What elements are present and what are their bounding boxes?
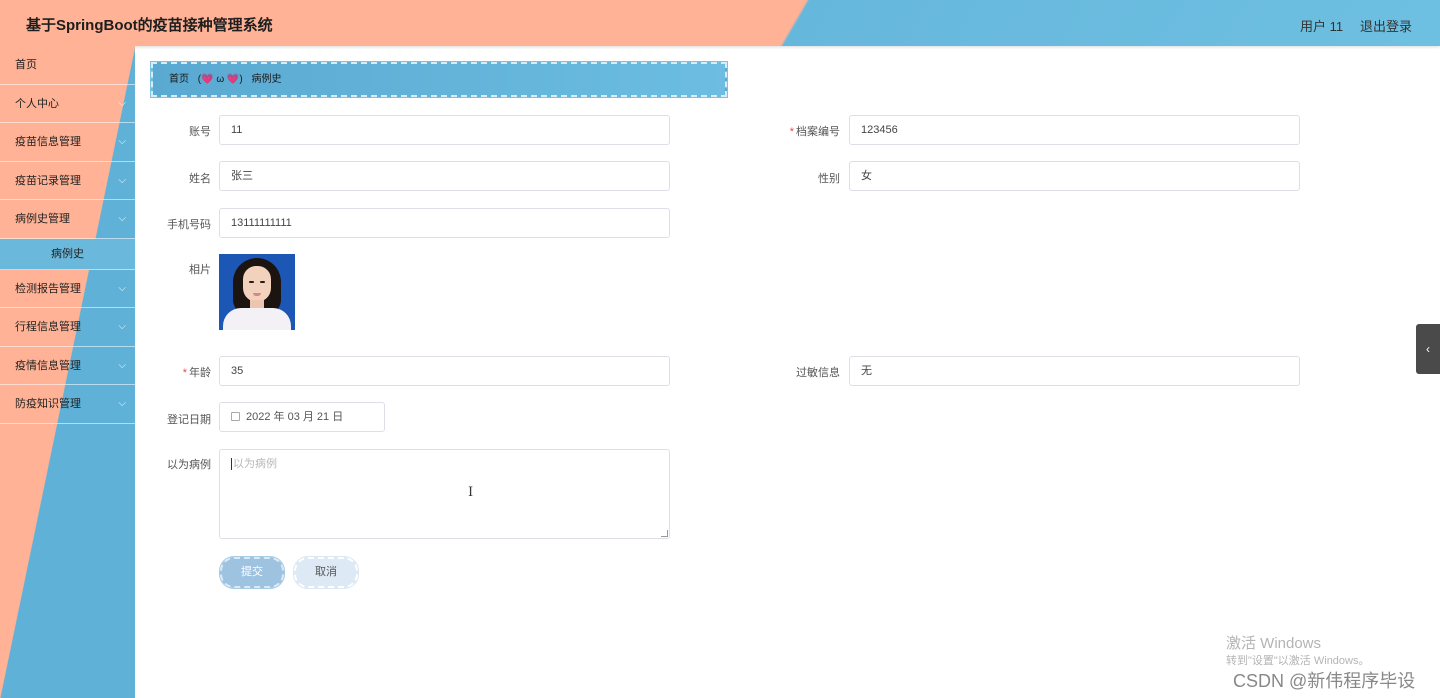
phone-label: 手机号码 — [167, 219, 211, 231]
account-label: 账号 — [189, 126, 211, 138]
sidebar-item-test-reports[interactable]: 检测报告管理 ⌵ — [0, 270, 135, 308]
sidebar-item-label: 检测报告管理 — [15, 282, 81, 295]
file-no-label: * 档案编号 — [760, 123, 840, 139]
gender-field[interactable]: 女 — [849, 161, 1300, 191]
breadcrumb-separator: (💗 ω 💗) — [197, 74, 243, 85]
age-label-text: 年龄 — [189, 367, 211, 379]
sidebar-item-label: 防疫知识管理 — [15, 398, 81, 410]
chevron-down-icon: ⌵ — [118, 398, 126, 409]
resize-handle-icon[interactable] — [661, 530, 668, 537]
reg-date-picker[interactable]: 2022 年 03 月 21 日 — [219, 402, 385, 432]
chevron-down-icon: ⌵ — [118, 174, 126, 186]
cancel-button[interactable]: 取消 — [293, 556, 359, 589]
sidebar-menu: 首页 个人中心 ⌵ 疫苗信息管理 ⌵ 疫苗记录管理 ⌵ 病例史管理 ⌵ 病例史 … — [0, 46, 135, 424]
user-name[interactable]: 用户 11 — [1300, 16, 1343, 35]
sidebar-item-prevention-knowledge[interactable]: 防疫知识管理 ⌵ — [0, 385, 135, 424]
photo-face — [243, 266, 271, 302]
sidebar-item-itinerary[interactable]: 行程信息管理 ⌵ — [0, 308, 135, 347]
breadcrumb: 首页 (💗 ω 💗) 病例史 — [150, 61, 728, 98]
sidebar-item-vaccine-info[interactable]: 疫苗信息管理 ⌵ — [0, 123, 135, 162]
required-mark: * — [789, 126, 794, 138]
past-cases-textarea[interactable]: 以为病例 — [219, 449, 670, 539]
photo-shirt — [223, 308, 291, 330]
sidebar-item-epidemic-info[interactable]: 疫情信息管理 ⌵ — [0, 347, 135, 385]
gender-label: 性别 — [818, 173, 840, 185]
sidebar-item-label: 疫苗记录管理 — [15, 174, 81, 187]
chevron-down-icon: ⌵ — [118, 359, 126, 371]
csdn-watermark: CSDN @新伟程序毕设 — [1233, 671, 1416, 691]
file-no-label-text: 档案编号 — [796, 126, 840, 138]
windows-activation-hint: 转到"设置"以激活 Windows。 — [1226, 655, 1370, 667]
past-cases-placeholder: 以为病例 — [233, 458, 277, 470]
app-header: 基于SpringBoot的疫苗接种管理系统 用户 11 退出登录 — [0, 0, 1440, 46]
allergy-field[interactable]: 无 — [849, 356, 1300, 386]
calendar-icon — [231, 411, 240, 421]
app-title: 基于SpringBoot的疫苗接种管理系统 — [26, 17, 273, 34]
age-label: * 年龄 — [131, 364, 211, 380]
sidebar-item-label: 个人中心 — [15, 97, 59, 110]
photo-label: 相片 — [189, 264, 211, 276]
chevron-down-icon: ⌵ — [118, 321, 126, 332]
profile-photo[interactable] — [219, 254, 295, 330]
reg-date-label: 登记日期 — [167, 414, 211, 426]
sidebar-item-label: 疫苗信息管理 — [15, 136, 81, 148]
chevron-down-icon: ⌵ — [118, 213, 126, 224]
photo-eye — [249, 281, 254, 283]
account-field[interactable]: 11 — [219, 115, 670, 145]
sidebar-item-label: 行程信息管理 — [15, 321, 81, 333]
sidebar-subitem-case-history[interactable]: 病例史 — [0, 238, 135, 270]
past-cases-label: 以为病例 — [167, 459, 211, 471]
age-field[interactable]: 35 — [219, 356, 670, 386]
phone-field[interactable]: 13111111111 — [219, 208, 670, 238]
breadcrumb-current: 病例史 — [251, 74, 282, 85]
breadcrumb-home[interactable]: 首页 — [169, 74, 189, 85]
sidebar-item-vaccine-records[interactable]: 疫苗记录管理 ⌵ — [0, 162, 135, 200]
windows-activation-title: 激活 Windows — [1226, 635, 1322, 652]
name-field[interactable]: 张三 — [219, 161, 670, 191]
chevron-down-icon: ⌵ — [118, 97, 126, 109]
logout-link[interactable]: 退出登录 — [1360, 16, 1412, 35]
sidebar-item-home[interactable]: 首页 — [0, 46, 135, 85]
sidebar-item-label: 首页 — [15, 59, 37, 71]
sidebar-item-case-history-mgmt[interactable]: 病例史管理 ⌵ — [0, 200, 135, 239]
sidebar-item-personal-center[interactable]: 个人中心 ⌵ — [0, 85, 135, 123]
submit-button[interactable]: 提交 — [219, 556, 285, 589]
chevron-left-icon[interactable]: ‹ — [1416, 324, 1440, 374]
sidebar-item-label: 疫情信息管理 — [15, 359, 81, 372]
chevron-down-icon: ⌵ — [118, 136, 126, 147]
sidebar-item-label: 病例史管理 — [15, 213, 70, 225]
text-cursor-icon: I — [468, 485, 474, 500]
photo-eye — [260, 281, 265, 283]
allergy-label: 过敏信息 — [796, 367, 840, 379]
file-no-field[interactable]: 123456 — [849, 115, 1300, 145]
reg-date-value: 2022 年 03 月 21 日 — [246, 411, 344, 423]
text-caret — [231, 458, 232, 471]
required-mark: * — [182, 367, 187, 379]
name-label: 姓名 — [189, 173, 211, 185]
chevron-down-icon: ⌵ — [118, 282, 126, 294]
sidebar: 首页 个人中心 ⌵ 疫苗信息管理 ⌵ 疫苗记录管理 ⌵ 病例史管理 ⌵ 病例史 … — [0, 46, 135, 698]
